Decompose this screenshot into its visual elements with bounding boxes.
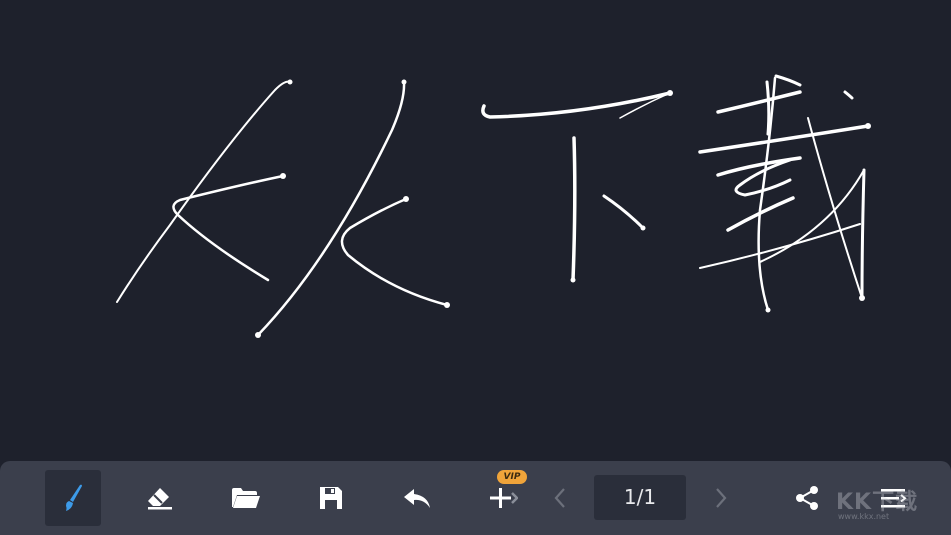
eraser-tool-button[interactable] xyxy=(131,470,187,526)
stroke xyxy=(481,91,672,119)
stroke xyxy=(860,168,866,300)
stroke-dot xyxy=(280,173,286,179)
eraser-icon xyxy=(148,488,172,510)
drawing-canvas[interactable] xyxy=(0,0,951,460)
share-button[interactable] xyxy=(779,470,835,526)
stroke xyxy=(256,80,406,337)
chevron-right-icon xyxy=(716,488,727,508)
stroke-dot xyxy=(255,332,261,338)
stroke xyxy=(602,194,645,230)
folder-open-icon xyxy=(232,488,260,508)
watermark-url: www.kkx.net xyxy=(838,512,890,521)
stroke-dot xyxy=(865,123,871,129)
paintbrush-icon xyxy=(66,484,82,511)
previous-page-button[interactable] xyxy=(533,470,589,526)
brush-tool-button[interactable] xyxy=(45,470,101,526)
undo-button[interactable] xyxy=(389,470,445,526)
stroke xyxy=(571,136,577,282)
chevron-left-icon xyxy=(554,488,565,508)
stroke xyxy=(716,90,802,114)
stroke-dot xyxy=(765,307,771,313)
vip-badge: VIP xyxy=(497,470,527,484)
stroke-dot xyxy=(859,295,865,301)
handwriting-strokes xyxy=(116,74,871,338)
stroke-dot xyxy=(570,277,576,283)
stroke xyxy=(843,90,854,100)
share-icon xyxy=(796,486,818,510)
next-page-button[interactable] xyxy=(692,470,748,526)
page-indicator: 1/1 xyxy=(594,475,686,520)
stroke xyxy=(698,124,870,154)
stroke xyxy=(172,174,285,282)
stroke-dot xyxy=(640,225,646,231)
stroke xyxy=(765,80,771,136)
open-file-button[interactable] xyxy=(217,470,273,526)
stroke-dot xyxy=(444,302,450,308)
stroke-dot xyxy=(287,79,293,85)
save-button[interactable] xyxy=(303,470,359,526)
stroke-dot xyxy=(403,196,409,202)
stroke-dot xyxy=(667,90,673,96)
stroke-dot xyxy=(401,79,407,85)
stroke xyxy=(774,74,802,87)
stroke xyxy=(116,80,291,303)
watermark-logo: KK下载 www.kkx.net xyxy=(836,484,946,524)
plus-icon xyxy=(490,488,518,508)
stroke xyxy=(619,92,671,119)
stroke xyxy=(340,197,449,307)
bottom-toolbar xyxy=(0,461,951,535)
stroke xyxy=(757,76,777,312)
undo-arrow-icon xyxy=(404,489,430,508)
stroke xyxy=(699,223,861,269)
floppy-disk-icon xyxy=(320,487,342,509)
